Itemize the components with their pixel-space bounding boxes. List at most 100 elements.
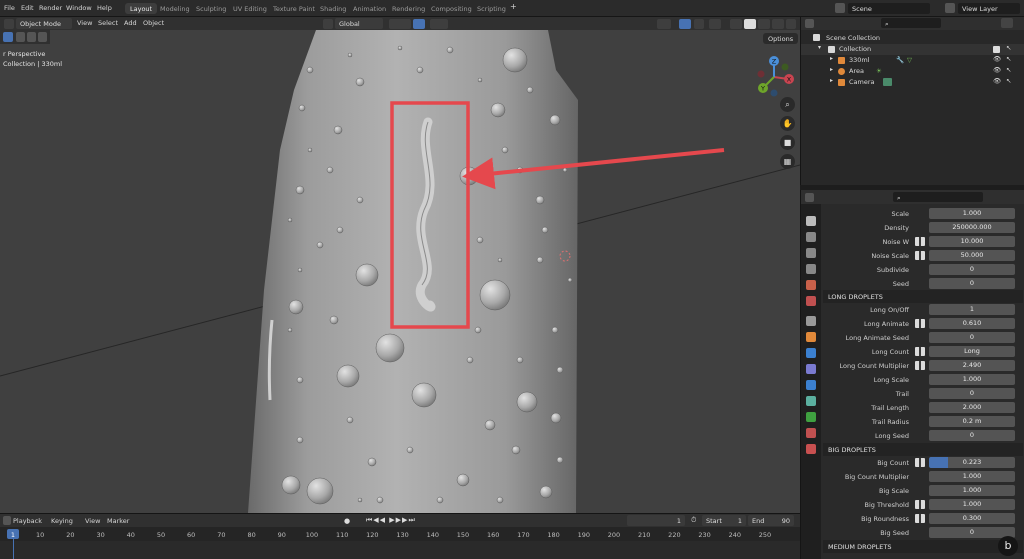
- add-workspace-icon[interactable]: +: [510, 2, 517, 11]
- menu-add[interactable]: Add: [124, 19, 137, 27]
- tab-animation[interactable]: Animation: [348, 3, 391, 14]
- expand-arrow-icon[interactable]: ▾: [818, 44, 821, 51]
- stopwatch-icon[interactable]: ⏱: [691, 516, 696, 525]
- keyframe-toggle-icon[interactable]: [915, 514, 925, 523]
- visibility-eye-icon[interactable]: 👁: [993, 66, 1001, 74]
- property-value-field[interactable]: 250000.000: [929, 222, 1015, 233]
- texture-tab-icon[interactable]: [806, 444, 816, 454]
- select-arrow-icon[interactable]: ↖: [1006, 44, 1011, 52]
- expand-arrow-icon[interactable]: ▸: [830, 66, 833, 73]
- overlay-dropdown-icon[interactable]: [694, 19, 704, 29]
- outliner-row-scene-collection[interactable]: Scene Collection: [801, 33, 1024, 44]
- menu-view[interactable]: View: [77, 19, 92, 27]
- outliner-editor-icon[interactable]: [805, 19, 814, 28]
- scene-selector[interactable]: Scene: [848, 3, 930, 14]
- visibility-eye-icon[interactable]: 👁: [993, 55, 1001, 63]
- select-box-icon[interactable]: [3, 32, 13, 42]
- tab-scripting[interactable]: Scripting: [472, 3, 511, 14]
- property-value-field[interactable]: 0: [929, 430, 1015, 441]
- constraints-tab-icon[interactable]: [806, 396, 816, 406]
- camera-view-icon[interactable]: ■: [780, 135, 795, 150]
- section-medium-droplets[interactable]: MEDIUM DROPLETS: [823, 540, 1023, 553]
- current-frame-field[interactable]: 1: [627, 515, 685, 526]
- outliner-row-camera[interactable]: ▸ Camera 👁 ↖: [801, 77, 1024, 88]
- shading-dropdown-icon[interactable]: [786, 19, 796, 29]
- tab-shading[interactable]: Shading: [315, 3, 351, 14]
- property-value-field[interactable]: 1.000: [929, 485, 1015, 496]
- property-value-field[interactable]: 1.000: [929, 374, 1015, 385]
- keyframe-toggle-icon[interactable]: [915, 458, 925, 467]
- tab-sculpting[interactable]: Sculpting: [191, 3, 231, 14]
- property-value-field[interactable]: 10.000: [929, 236, 1015, 247]
- material-preview-icon[interactable]: [758, 19, 770, 29]
- select-arrow-icon[interactable]: ↖: [1006, 77, 1011, 85]
- pivot-icon[interactable]: [389, 19, 411, 29]
- world-tab-icon[interactable]: [806, 296, 816, 306]
- section-long-droplets[interactable]: LONG DROPLETS: [823, 290, 1023, 303]
- property-value-field[interactable]: 0.300: [929, 513, 1015, 524]
- snap-icon[interactable]: [413, 19, 425, 29]
- start-frame-field[interactable]: Start 1: [702, 515, 746, 526]
- render-tab-icon[interactable]: [806, 232, 816, 242]
- tab-layout[interactable]: Layout: [125, 3, 158, 14]
- outliner-row-collection[interactable]: ▾ Collection ↖: [801, 44, 1024, 55]
- property-value-field[interactable]: 2.000: [929, 402, 1015, 413]
- keyframe-toggle-icon[interactable]: [915, 251, 925, 260]
- keyframe-toggle-icon[interactable]: [915, 361, 925, 370]
- menu-select[interactable]: Select: [98, 19, 118, 27]
- view-layer-tab-icon[interactable]: [806, 264, 816, 274]
- menu-help[interactable]: Help: [97, 4, 112, 12]
- select-new-icon[interactable]: [16, 32, 25, 42]
- tab-modeling[interactable]: Modeling: [155, 3, 195, 14]
- property-value-field[interactable]: 0.2 m: [929, 416, 1015, 427]
- property-value-field[interactable]: 0: [929, 264, 1015, 275]
- material-tab-icon[interactable]: [806, 428, 816, 438]
- timeline[interactable]: Playback Keying View Marker ● ⏮◀◀ ▶▶▶⏭ 1…: [0, 513, 800, 559]
- filter-icon[interactable]: [1001, 18, 1013, 28]
- select-subtract-icon[interactable]: [38, 32, 47, 42]
- property-value-field[interactable]: 1: [929, 304, 1015, 315]
- pan-hand-icon[interactable]: ✋: [780, 116, 795, 131]
- property-value-field[interactable]: 0: [929, 388, 1015, 399]
- property-value-field[interactable]: 0.610: [929, 318, 1015, 329]
- expand-arrow-icon[interactable]: ▸: [830, 55, 833, 62]
- tab-rendering[interactable]: Rendering: [387, 3, 430, 14]
- scene-tab-icon[interactable]: [806, 280, 816, 290]
- keyframe-toggle-icon[interactable]: [915, 500, 925, 509]
- menu-window[interactable]: Window: [66, 4, 92, 12]
- properties-editor-icon[interactable]: [805, 193, 814, 202]
- select-arrow-icon[interactable]: ↖: [1006, 55, 1011, 63]
- rendered-shading-icon[interactable]: [772, 19, 784, 29]
- select-extend-icon[interactable]: [27, 32, 36, 42]
- data-tab-icon[interactable]: [806, 412, 816, 422]
- include-checkbox[interactable]: [993, 46, 1000, 53]
- scene-icon[interactable]: [835, 3, 845, 13]
- menu-keying[interactable]: Keying: [51, 517, 73, 525]
- property-value-field[interactable]: 1.000: [929, 499, 1015, 510]
- keyframe-toggle-icon[interactable]: [915, 319, 925, 328]
- show-overlays-icon[interactable]: [679, 19, 691, 29]
- tab-compositing[interactable]: Compositing: [426, 3, 477, 14]
- keyframe-toggle-icon[interactable]: [915, 347, 925, 356]
- modifier-tab-icon[interactable]: [806, 348, 816, 358]
- editor-type-icon[interactable]: [4, 19, 14, 29]
- visibility-eye-icon[interactable]: 👁: [993, 77, 1001, 85]
- tab-texture-paint[interactable]: Texture Paint: [268, 3, 320, 14]
- wireframe-shading-icon[interactable]: [730, 19, 742, 29]
- xray-icon[interactable]: [709, 19, 721, 29]
- properties-search-input[interactable]: ⌕: [893, 192, 983, 202]
- outliner-row-330ml[interactable]: ▸ 330ml 🔧 ▽ 👁 ↖: [801, 55, 1024, 66]
- property-value-field[interactable]: 0.223: [929, 457, 1015, 468]
- keyframe-toggle-icon[interactable]: [915, 237, 925, 246]
- options-button[interactable]: Options: [763, 33, 799, 44]
- mode-selector[interactable]: Object Mode: [16, 18, 72, 29]
- collection-tab-icon[interactable]: [806, 316, 816, 326]
- menu-object[interactable]: Object: [143, 19, 164, 27]
- physics-tab-icon[interactable]: [806, 380, 816, 390]
- show-gizmo-icon[interactable]: [657, 19, 671, 29]
- output-tab-icon[interactable]: [806, 248, 816, 258]
- property-value-field[interactable]: Long: [929, 346, 1015, 357]
- menu-playback[interactable]: Playback: [13, 517, 42, 525]
- tab-uv-editing[interactable]: UV Editing: [228, 3, 272, 14]
- section-big-droplets[interactable]: BIG DROPLETS: [823, 443, 1023, 456]
